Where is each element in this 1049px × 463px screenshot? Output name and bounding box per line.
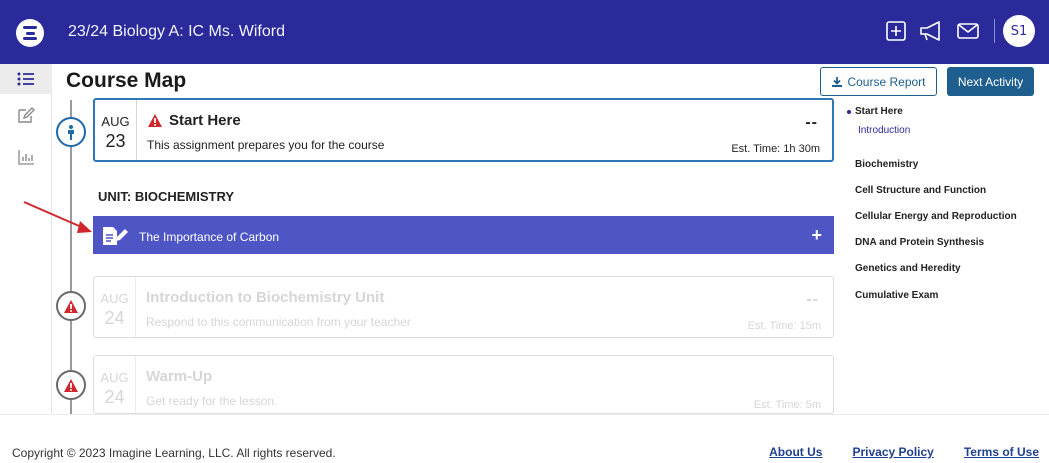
edit-icon — [18, 107, 35, 123]
activity-title: Warm-Up — [146, 368, 213, 385]
timeline-node-warmup — [56, 370, 86, 400]
current-section-dot — [847, 110, 851, 114]
app-logo[interactable] — [16, 19, 44, 47]
logo-icon — [23, 26, 37, 40]
activity-month: AUG — [101, 114, 130, 129]
bar-chart-icon — [18, 150, 34, 165]
top-bar: 23/24 Biology A: IC Ms. Wiford S1 — [0, 0, 1049, 64]
activity-month: AUG — [100, 291, 129, 306]
course-title: 23/24 Biology A: IC Ms. Wiford — [68, 23, 285, 40]
timeline-node-intro — [56, 291, 86, 321]
mail-icon[interactable] — [952, 15, 984, 47]
header-actions: S1 — [876, 14, 1035, 48]
activity-date: AUG 24 — [94, 277, 136, 337]
grades-nav[interactable] — [0, 142, 52, 172]
timeline-node-start — [56, 117, 86, 147]
activity-day: 24 — [104, 308, 125, 328]
outline-item-start-here[interactable]: Start Here — [855, 106, 903, 117]
warning-icon — [64, 299, 78, 313]
activity-card-intro[interactable]: AUG 24 Introduction to Biochemistry Unit… — [93, 276, 834, 338]
privacy-policy-link[interactable]: Privacy Policy — [852, 445, 933, 459]
activity-est-time: Est. Time: 5m — [753, 399, 821, 411]
footer: Copyright © 2023 Imagine Learning, LLC. … — [0, 414, 1049, 463]
outline-item-biochemistry[interactable]: Biochemistry — [855, 159, 918, 170]
user-avatar[interactable]: S1 — [1003, 15, 1035, 47]
activity-month: AUG — [100, 370, 129, 385]
course-report-button[interactable]: Course Report — [820, 67, 937, 96]
outline-item-introduction[interactable]: Introduction — [858, 125, 910, 136]
warning-icon — [148, 114, 162, 127]
terms-of-use-link[interactable]: Terms of Use — [964, 445, 1039, 459]
header-divider — [994, 19, 995, 43]
about-us-link[interactable]: About Us — [769, 445, 822, 459]
activity-est-time: Est. Time: 15m — [747, 320, 821, 332]
lesson-header-bar[interactable]: The Importance of Carbon + — [93, 216, 834, 254]
outline-item-genetics[interactable]: Genetics and Heredity — [855, 263, 961, 274]
activity-day: 23 — [105, 131, 126, 151]
list-icon — [17, 72, 34, 86]
activity-description: This assignment prepares you for the cou… — [147, 138, 385, 152]
footer-links: About Us Privacy Policy Terms of Use — [769, 445, 1039, 459]
next-activity-button[interactable]: Next Activity — [947, 67, 1034, 96]
outline-item-cellular-energy[interactable]: Cellular Energy and Reproduction — [855, 211, 1017, 222]
copyright-text: Copyright © 2023 Imagine Learning, LLC. … — [12, 446, 336, 460]
outline-item-cumulative-exam[interactable]: Cumulative Exam — [855, 290, 938, 301]
activity-description: Get ready for the lesson. — [146, 394, 278, 408]
annotation-arrow — [23, 201, 92, 233]
course-map-nav[interactable] — [0, 64, 52, 94]
activity-card-warmup[interactable]: AUG 24 Warm-Up Get ready for the lesson.… — [93, 355, 834, 414]
activity-description: Respond to this communication from your … — [146, 315, 411, 329]
info-person-icon — [68, 125, 74, 140]
course-report-label: Course Report — [847, 74, 926, 89]
activity-date: AUG 23 — [95, 100, 137, 160]
warning-icon — [64, 378, 78, 392]
page-title: Course Map — [66, 69, 187, 92]
outline-item-cell-structure[interactable]: Cell Structure and Function — [855, 185, 986, 196]
activity-title: Start Here — [147, 112, 241, 129]
activity-score: -- — [806, 291, 819, 308]
download-icon — [832, 76, 843, 87]
expand-lesson-button[interactable]: + — [811, 225, 822, 246]
lesson-document-icon — [103, 227, 128, 245]
activity-score: -- — [805, 114, 818, 131]
outline-item-dna-protein[interactable]: DNA and Protein Synthesis — [855, 237, 984, 248]
activity-est-time: Est. Time: 1h 30m — [731, 143, 820, 155]
megaphone-icon[interactable] — [916, 15, 948, 47]
activity-title: Introduction to Biochemistry Unit — [146, 289, 385, 306]
activity-date: AUG 24 — [94, 356, 136, 413]
activity-day: 24 — [104, 387, 125, 407]
activity-title-text: Start Here — [169, 112, 241, 129]
assignments-nav[interactable] — [0, 100, 52, 130]
lesson-title: The Importance of Carbon — [139, 230, 280, 244]
activity-card-start-here[interactable]: AUG 23 Start Here This assignment prepar… — [93, 98, 834, 162]
unit-label: UNIT: BIOCHEMISTRY — [98, 189, 235, 204]
add-square-icon[interactable] — [880, 15, 912, 47]
timeline-line — [70, 100, 72, 414]
